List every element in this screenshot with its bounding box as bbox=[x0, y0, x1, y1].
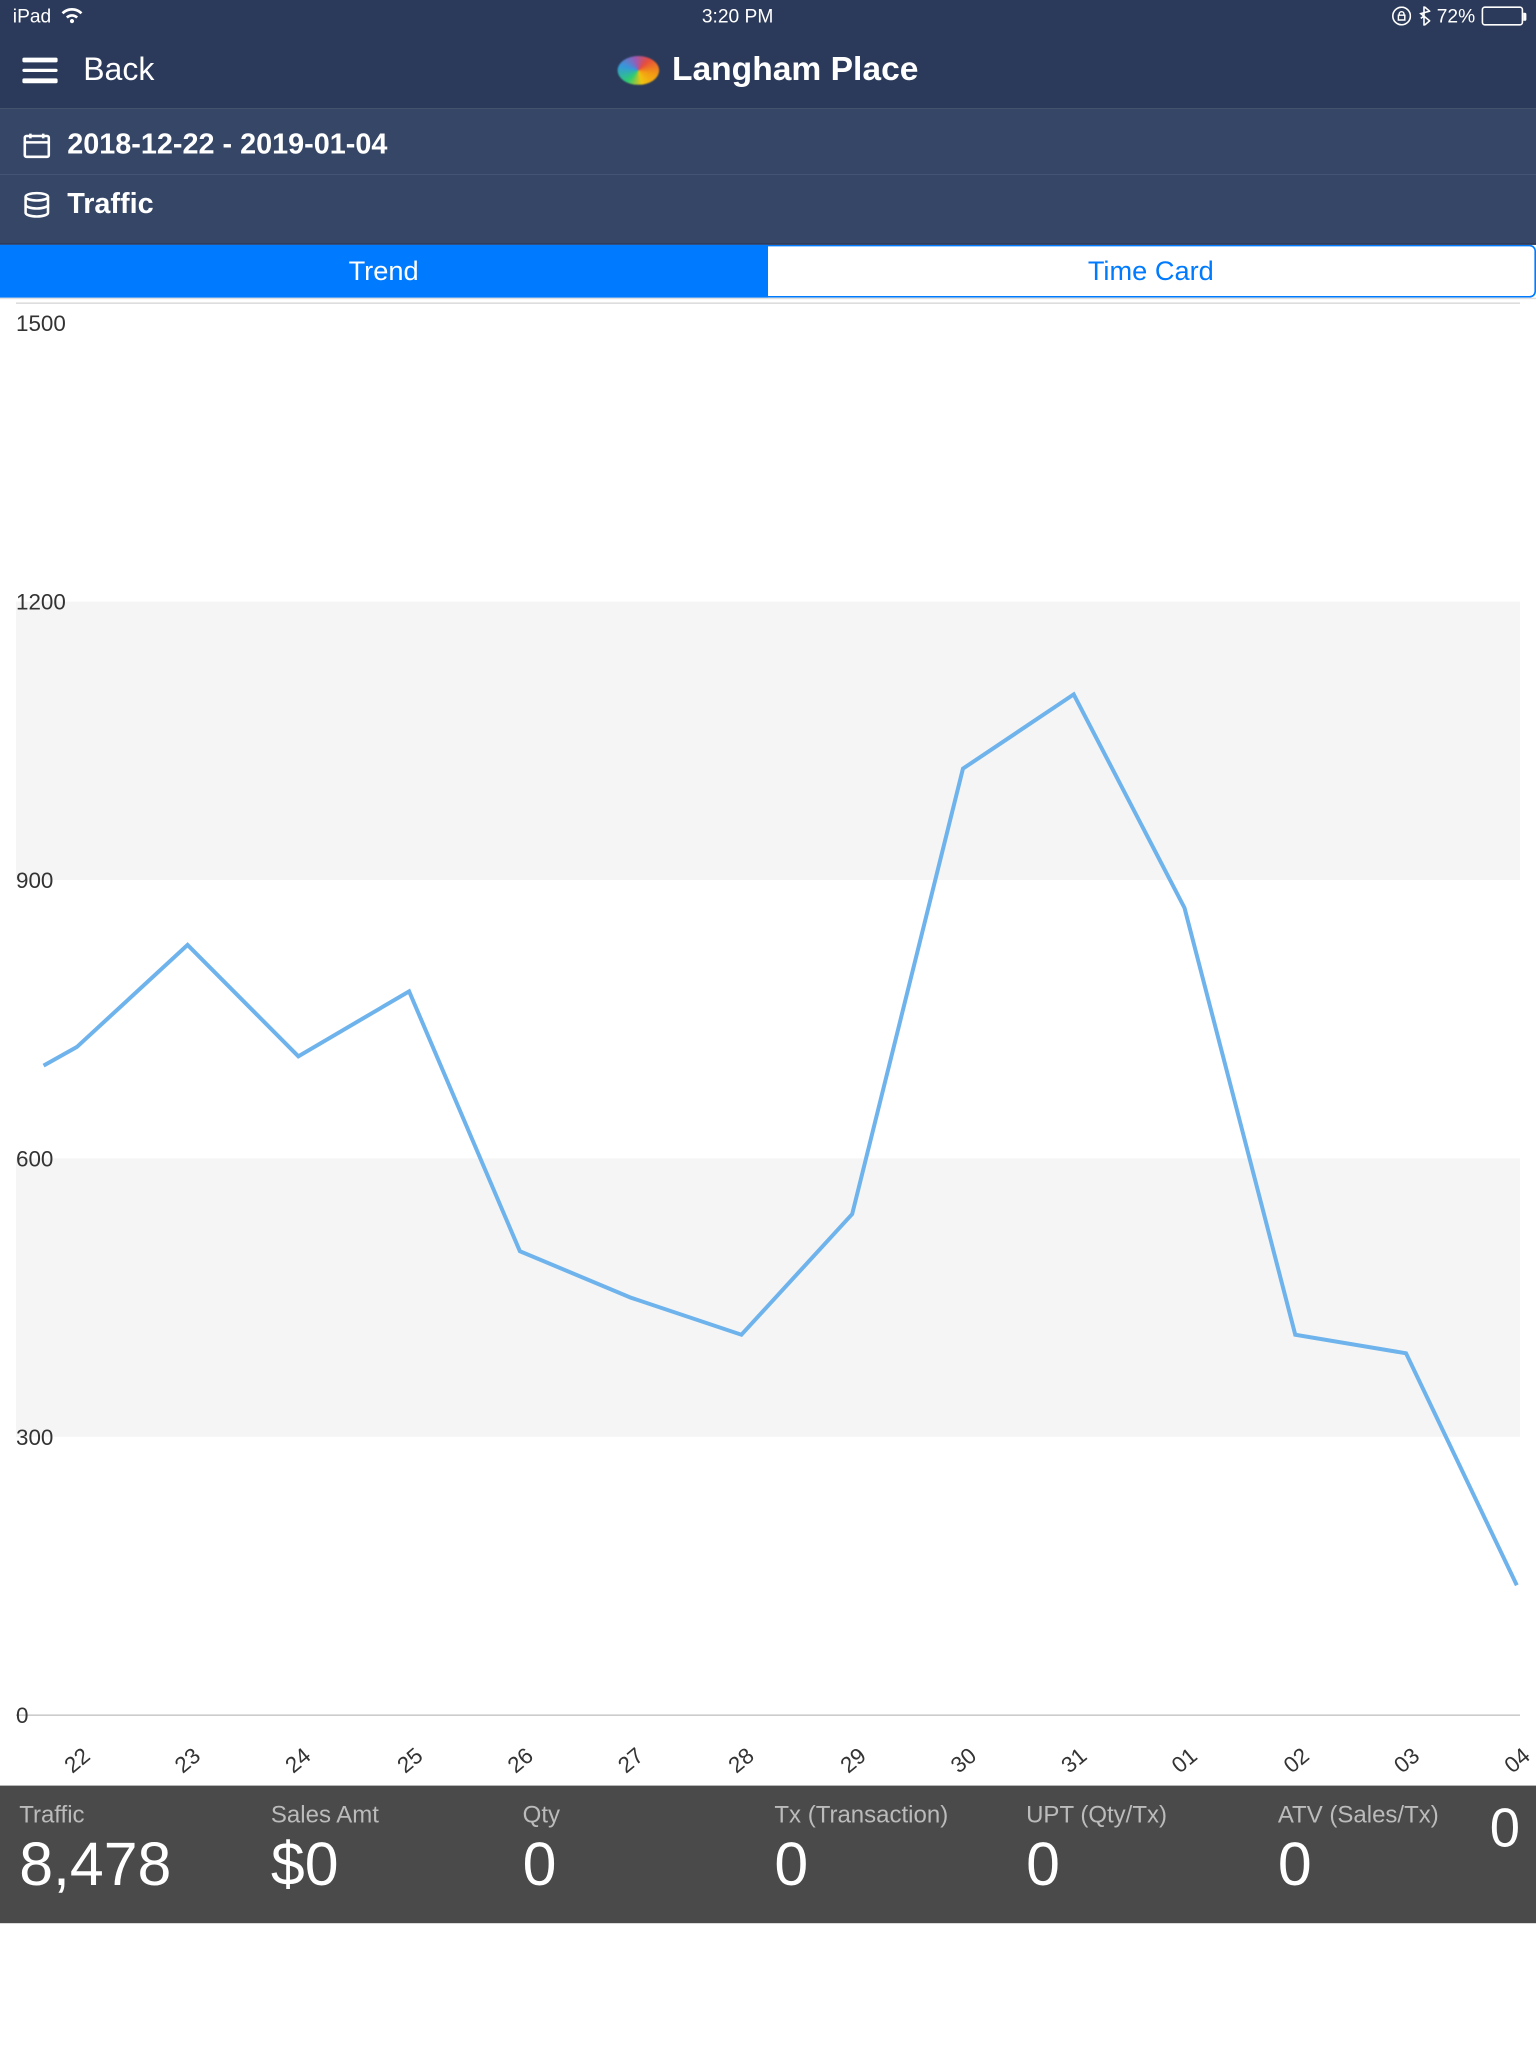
tab-bar: Trend Time Card bbox=[0, 245, 1536, 299]
y-axis-label: 0 bbox=[16, 1702, 28, 1728]
back-button[interactable]: Back bbox=[83, 52, 154, 89]
battery-icon bbox=[1482, 6, 1524, 25]
tx-value: 0 bbox=[774, 1835, 1013, 1896]
date-range-header[interactable]: 2018-12-22 - 2019-01-04 bbox=[0, 109, 1536, 175]
bluetooth-icon bbox=[1418, 6, 1431, 25]
y-axis-label: 1500 bbox=[16, 310, 66, 336]
title-text: Langham Place bbox=[672, 51, 919, 89]
database-icon bbox=[22, 190, 51, 219]
x-axis-label: 23 bbox=[170, 1742, 206, 1778]
x-axis-label: 26 bbox=[502, 1742, 538, 1778]
nav-bar: Back Langham Place bbox=[0, 32, 1536, 109]
x-axis-label: 02 bbox=[1277, 1742, 1313, 1778]
calendar-icon bbox=[22, 130, 51, 159]
battery-percent: 72% bbox=[1437, 5, 1475, 27]
x-axis-label: 03 bbox=[1388, 1742, 1424, 1778]
x-axis-label: 22 bbox=[59, 1742, 95, 1778]
status-time: 3:20 PM bbox=[702, 5, 774, 27]
x-axis-label: 27 bbox=[613, 1742, 649, 1778]
y-axis-label: 1200 bbox=[16, 589, 66, 615]
sales-value: $0 bbox=[271, 1835, 510, 1896]
x-axis-label: 29 bbox=[834, 1742, 870, 1778]
traffic-value: 8,478 bbox=[19, 1835, 258, 1896]
x-axis-label: 31 bbox=[1056, 1742, 1092, 1778]
qty-value: 0 bbox=[523, 1835, 762, 1896]
logo-icon bbox=[618, 56, 660, 85]
y-axis-label: 900 bbox=[16, 867, 53, 893]
wifi-icon bbox=[61, 8, 83, 24]
x-axis-label: 01 bbox=[1167, 1742, 1203, 1778]
x-axis-label: 25 bbox=[391, 1742, 427, 1778]
x-axis-label: 04 bbox=[1499, 1742, 1535, 1778]
date-range-text: 2018-12-22 - 2019-01-04 bbox=[67, 128, 387, 162]
upt-label: UPT (Qty/Tx) bbox=[1026, 1802, 1265, 1829]
orientation-lock-icon bbox=[1392, 6, 1411, 25]
device-name: iPad bbox=[13, 5, 51, 27]
chart-line bbox=[44, 694, 1517, 1585]
y-axis-label: 600 bbox=[16, 1146, 53, 1172]
section-header[interactable]: Traffic bbox=[0, 174, 1536, 244]
menu-icon[interactable] bbox=[22, 58, 57, 83]
sales-label: Sales Amt bbox=[271, 1802, 510, 1829]
x-axis-label: 28 bbox=[724, 1742, 760, 1778]
x-axis-label: 24 bbox=[281, 1742, 317, 1778]
y-axis-label: 300 bbox=[16, 1424, 53, 1450]
trailing-value: 0 bbox=[1490, 1798, 1520, 1860]
tab-trend[interactable]: Trend bbox=[0, 245, 767, 298]
x-axis-label: 30 bbox=[945, 1742, 981, 1778]
upt-value: 0 bbox=[1026, 1835, 1265, 1896]
stats-bar: Traffic 8,478 Sales Amt $0 Qty 0 Tx (Tra… bbox=[0, 1786, 1536, 1924]
atv-value: 0 bbox=[1278, 1835, 1517, 1896]
qty-label: Qty bbox=[523, 1802, 762, 1829]
status-bar: iPad 3:20 PM 72% bbox=[0, 0, 1536, 32]
tab-timecard[interactable]: Time Card bbox=[767, 245, 1536, 298]
page-title: Langham Place bbox=[618, 51, 919, 89]
atv-label: ATV (Sales/Tx) bbox=[1278, 1802, 1517, 1829]
traffic-chart[interactable]: 0 300 600 900 1200 1500 22 23 24 25 26 27 28 29 30 31 01… bbox=[0, 304, 1536, 1786]
traffic-label: Traffic bbox=[19, 1802, 258, 1829]
tx-label: Tx (Transaction) bbox=[774, 1802, 1013, 1829]
section-text: Traffic bbox=[67, 187, 153, 221]
